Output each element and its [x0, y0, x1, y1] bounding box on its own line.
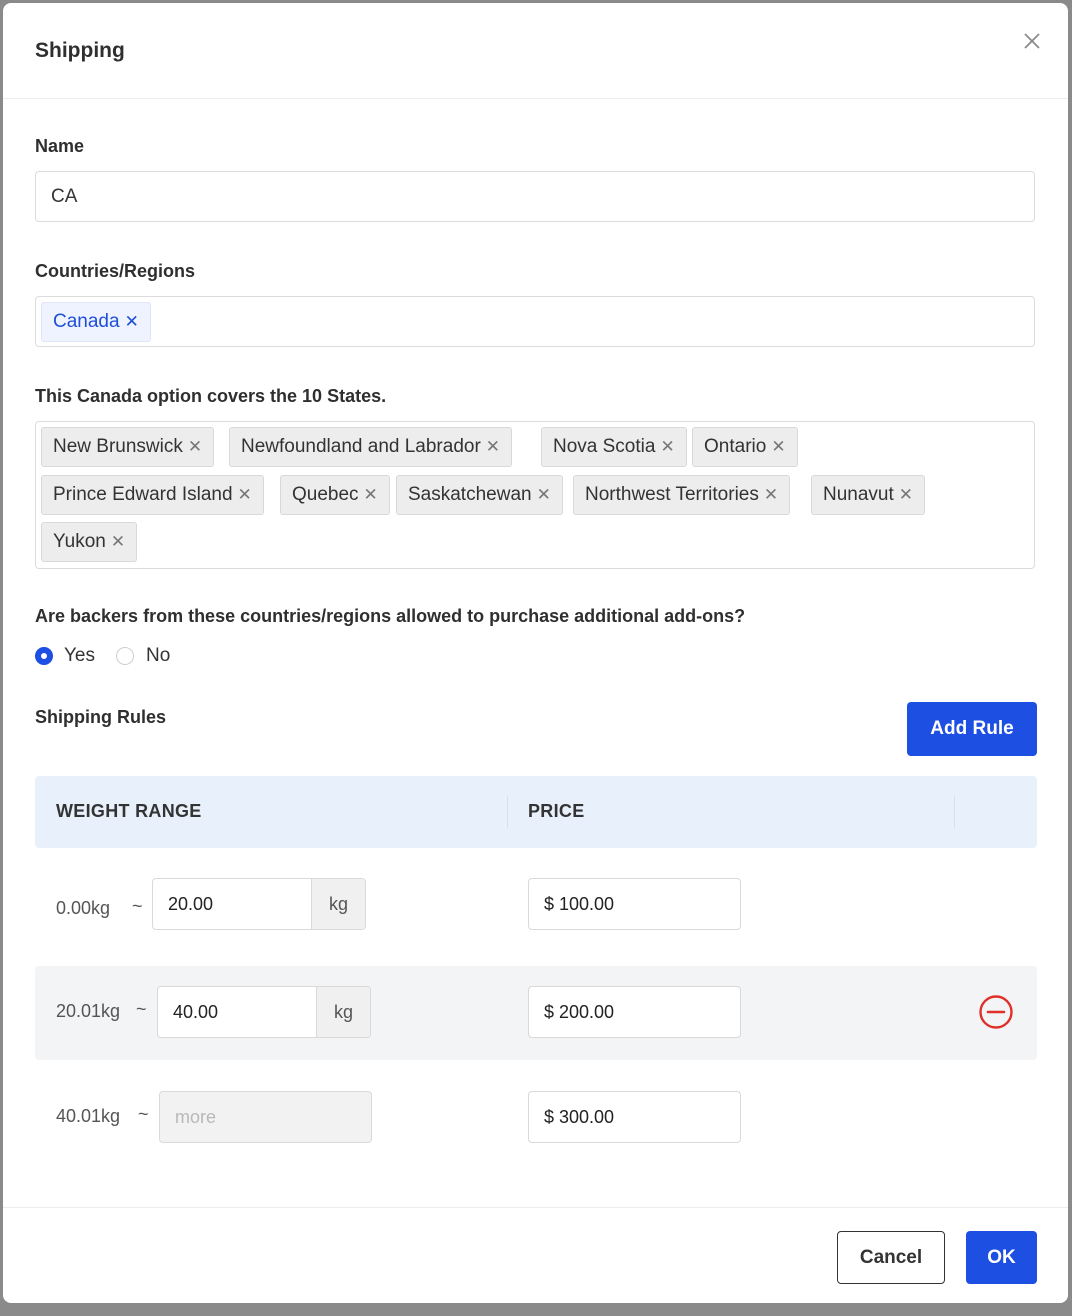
state-tag-label: Nunavut: [823, 484, 894, 505]
shipping-modal: Shipping Name CA Countries/Regions Canad…: [3, 3, 1068, 1303]
radio-no-label[interactable]: No: [146, 645, 170, 667]
state-tag: Yukon ✕: [41, 522, 138, 562]
remove-rule-icon[interactable]: [979, 995, 1013, 1029]
name-input[interactable]: CA: [35, 171, 1035, 222]
state-tag-label: Newfoundland and Labrador: [241, 436, 481, 457]
weight-to-input: more: [159, 1091, 372, 1143]
states-select[interactable]: New Brunswick ✕ Newfoundland and Labrador…: [35, 421, 1035, 569]
range-tilde: ~: [132, 896, 143, 916]
state-tag: New Brunswick ✕: [41, 427, 215, 467]
name-label: Name: [35, 136, 85, 156]
state-tag-label: Prince Edward Island: [53, 484, 233, 505]
shipping-rules-label: Shipping Rules: [35, 707, 167, 727]
remove-tag-icon[interactable]: ✕: [771, 437, 785, 456]
weight-from: 20.01kg: [56, 1001, 121, 1021]
remove-tag-icon[interactable]: ✕: [486, 437, 500, 456]
price-input[interactable]: $ 200.00: [528, 986, 741, 1038]
state-tag: Nova Scotia ✕: [541, 427, 687, 467]
column-divider: [954, 796, 955, 828]
state-tag: Prince Edward Island ✕: [41, 475, 264, 515]
table-row: 0.00kg ~ 20.00 kg $ 100.00: [35, 863, 1037, 957]
state-tag-label: Quebec: [292, 484, 359, 505]
modal-header: Shipping: [3, 3, 1068, 99]
state-tag-label: Yukon: [53, 531, 106, 552]
state-tag-label: Northwest Territories: [585, 484, 759, 505]
state-tag-label: Ontario: [704, 436, 767, 457]
price-input[interactable]: $ 100.00: [528, 878, 741, 930]
ok-button[interactable]: OK: [966, 1231, 1037, 1284]
range-tilde: ~: [136, 999, 147, 1019]
radio-yes-label[interactable]: Yes: [64, 645, 95, 667]
country-tag-label: Canada: [53, 311, 120, 332]
table-row: 20.01kg ~ 40.00 kg $ 200.00: [35, 966, 1037, 1060]
modal-footer: Cancel OK: [3, 1207, 1068, 1304]
state-tag: Nunavut ✕: [811, 475, 926, 515]
addons-question: Are backers from these countries/regions…: [35, 606, 746, 626]
remove-tag-icon[interactable]: ✕: [238, 485, 252, 504]
table-row: 40.01kg ~ more $ 300.00: [35, 1071, 1037, 1165]
add-rule-button[interactable]: Add Rule: [907, 702, 1037, 756]
countries-label: Countries/Regions: [35, 261, 196, 281]
weight-from: 0.00kg: [56, 898, 111, 918]
remove-tag-icon[interactable]: ✕: [188, 437, 202, 456]
weight-to-input[interactable]: 20.00 kg: [152, 878, 366, 930]
countries-select[interactable]: Canada ✕: [35, 296, 1035, 347]
column-price: PRICE: [528, 801, 585, 821]
state-tag: Newfoundland and Labrador ✕: [229, 427, 513, 467]
column-divider: [507, 796, 508, 828]
state-tag-label: New Brunswick: [53, 436, 183, 457]
remove-tag-icon[interactable]: ✕: [364, 485, 378, 504]
remove-tag-icon[interactable]: ✕: [125, 312, 139, 331]
state-tag-label: Nova Scotia: [553, 436, 656, 457]
remove-tag-icon[interactable]: ✕: [537, 485, 551, 504]
weight-to-value: 40.00: [173, 1002, 219, 1022]
price-value: $ 200.00: [544, 1002, 615, 1022]
name-input-value: CA: [51, 186, 78, 207]
weight-unit: kg: [311, 879, 365, 929]
price-input[interactable]: $ 300.00: [528, 1091, 741, 1143]
state-tag: Northwest Territories ✕: [573, 475, 791, 515]
country-tag: Canada ✕: [41, 302, 151, 342]
remove-tag-icon[interactable]: ✕: [764, 485, 778, 504]
price-value: $ 300.00: [544, 1107, 615, 1127]
price-value: $ 100.00: [544, 894, 615, 914]
weight-to-value: 20.00: [168, 894, 214, 914]
radio-yes[interactable]: [35, 647, 53, 665]
state-tag: Ontario ✕: [692, 427, 798, 467]
radio-no[interactable]: [116, 647, 134, 665]
weight-from: 40.01kg: [56, 1106, 121, 1126]
states-label: This Canada option covers the 10 States.: [35, 386, 387, 406]
weight-to-input[interactable]: 40.00 kg: [157, 986, 371, 1038]
remove-tag-icon[interactable]: ✕: [111, 532, 125, 551]
remove-tag-icon[interactable]: ✕: [660, 437, 674, 456]
rules-table-header: WEIGHT RANGE PRICE: [35, 776, 1037, 848]
column-weight-range: WEIGHT RANGE: [56, 801, 202, 821]
modal-title: Shipping: [35, 39, 125, 62]
state-tag-label: Saskatchewan: [408, 484, 532, 505]
close-icon[interactable]: [1020, 29, 1044, 53]
weight-unit: kg: [316, 987, 370, 1037]
state-tag: Saskatchewan ✕: [396, 475, 563, 515]
remove-tag-icon[interactable]: ✕: [899, 485, 913, 504]
weight-to-placeholder: more: [175, 1107, 217, 1127]
state-tag: Quebec ✕: [280, 475, 390, 515]
cancel-button[interactable]: Cancel: [837, 1231, 945, 1284]
range-tilde: ~: [138, 1104, 149, 1124]
